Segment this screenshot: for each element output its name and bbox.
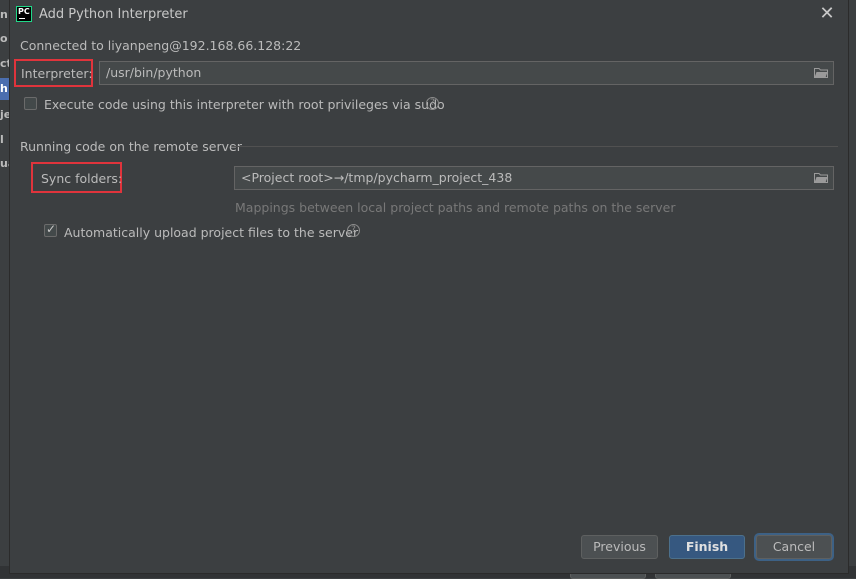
help-icon[interactable]: ? [347,224,360,237]
interpreter-label: Interpreter: [21,66,93,81]
close-icon[interactable]: ✕ [817,4,837,24]
sync-folders-hint: Mappings between local project paths and… [235,200,676,215]
background-text-fragment: l [0,133,4,146]
background-text-fragment: n: [0,8,9,21]
pycharm-logo-icon: PC [16,6,32,22]
background-text-fragment: h [0,82,8,95]
background-ide-sidebar: n: o ct h je l ua [0,0,9,578]
section-divider [232,146,838,147]
sync-folders-value: <Project root>→/tmp/pycharm_project_438 [241,170,513,185]
cancel-button[interactable]: Cancel [756,535,832,559]
background-text-fragment: ua [0,157,9,170]
auto-upload-checkbox[interactable]: ✓ [44,222,57,237]
auto-upload-label: Automatically upload project files to th… [64,225,359,240]
background-text-fragment: ct [0,57,9,70]
interpreter-path-field[interactable]: /usr/bin/python [99,61,834,85]
connection-status: Connected to liyanpeng@192.168.66.128:22 [20,38,302,53]
sudo-label: Execute code using this interpreter with… [44,97,445,112]
section-title: Running code on the remote server [20,139,242,154]
finish-button[interactable]: Finish [669,535,745,559]
folder-icon[interactable] [814,172,828,183]
dialog-title: Add Python Interpreter [39,7,188,22]
sudo-checkbox[interactable] [24,97,37,110]
add-python-interpreter-dialog: PC Add Python Interpreter ✕ Connected to… [9,0,849,574]
sync-folders-label: Sync folders: [41,171,123,186]
dialog-titlebar: PC Add Python Interpreter ✕ [10,0,848,30]
background-text-fragment: o [0,32,8,45]
interpreter-path-value: /usr/bin/python [106,65,202,80]
previous-button[interactable]: Previous [581,535,658,559]
checkmark-icon: ✓ [46,222,57,236]
background-text-fragment: je [0,108,9,121]
help-icon[interactable]: ? [426,97,439,110]
folder-icon[interactable] [814,67,828,78]
sync-folders-field[interactable]: <Project root>→/tmp/pycharm_project_438 [234,166,834,190]
